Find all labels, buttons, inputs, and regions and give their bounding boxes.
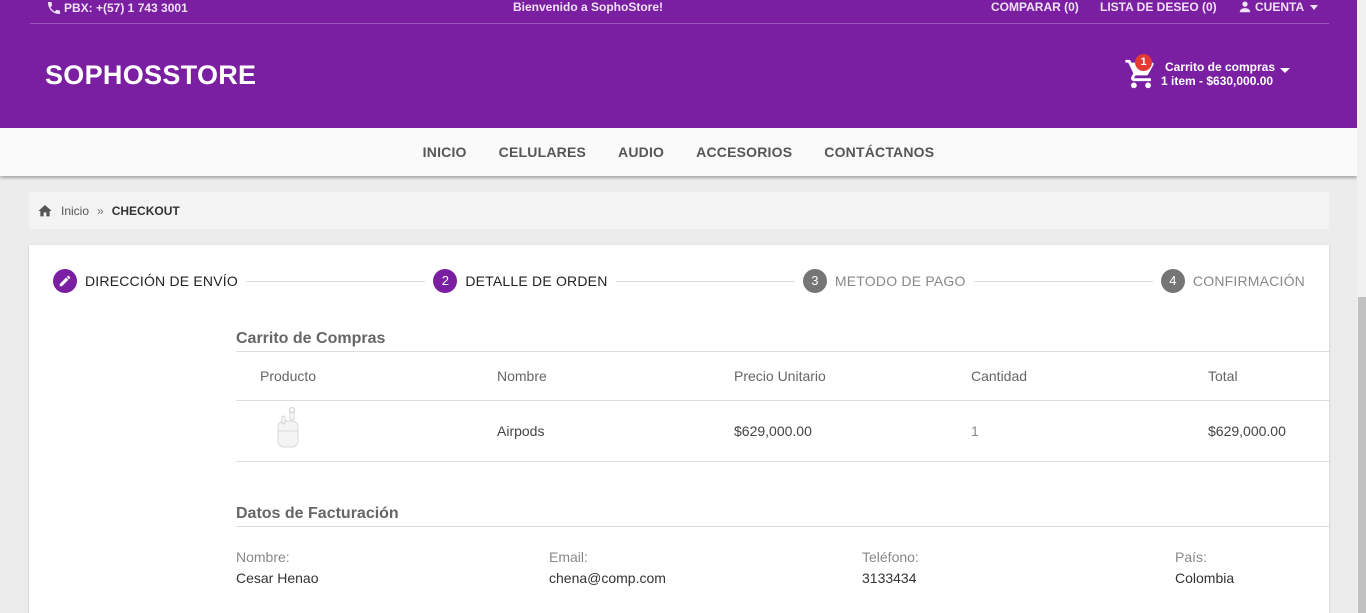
phone-contact: PBX: +(57) 1 743 3001: [46, 0, 188, 16]
cart-summary: Carrito de compras 1 item - $630,000.00: [1161, 60, 1275, 88]
billing-phone-label: Teléfono:: [862, 549, 919, 565]
step-4-label: CONFIRMACIÓN: [1192, 273, 1305, 289]
cart-total-summary: 1 item - $630,000.00: [1161, 74, 1274, 88]
billing-country-label: País:: [1175, 549, 1207, 565]
step-1-circle: [53, 269, 77, 293]
cart-icon-wrapper: 1: [1124, 54, 1158, 92]
step-order-detail[interactable]: 2 DETALLE DE ORDEN: [433, 269, 607, 293]
account-label: CUENTA: [1255, 0, 1305, 14]
nav-item-celulares[interactable]: CELULARES: [499, 144, 586, 160]
step-connector: [245, 280, 426, 282]
chevron-down-icon: [1310, 4, 1319, 10]
cart-title: Carrito de compras: [1165, 60, 1276, 74]
step-confirmation[interactable]: 4 CONFIRMACIÓN: [1160, 269, 1305, 293]
billing-phone-value: 3133434: [862, 570, 917, 586]
phone-icon: [48, 2, 60, 14]
billing-name-value: Cesar Henao: [236, 570, 319, 586]
billing-country-value: Colombia: [1175, 570, 1235, 586]
compare-link[interactable]: COMPARAR (0): [991, 0, 1079, 14]
nav-item-inicio[interactable]: INICIO: [423, 144, 467, 160]
cart-section-title: Carrito de Compras: [236, 330, 386, 347]
billing-email-value: chena@comp.com: [549, 570, 666, 586]
edit-pencil-icon: [59, 275, 71, 287]
nav-item-accesorios[interactable]: ACCESORIOS: [696, 144, 792, 160]
checkout-stepper: DIRECCIÓN DE ENVÍO 2 DETALLE DE ORDEN 3 …: [53, 269, 1305, 293]
step-connector: [615, 280, 795, 282]
billing-section-title: Datos de Facturación: [236, 505, 399, 522]
step-2-circle: 2: [433, 269, 458, 293]
divider: [236, 461, 1329, 462]
mini-cart[interactable]: 1 Carrito de compras 1 item - $630,000.0…: [1124, 54, 1291, 92]
step-3-label: METODO DE PAGO: [834, 273, 966, 289]
wishlist-link[interactable]: LISTA DE DESEO (0): [1100, 0, 1217, 14]
billing-name-label: Nombre:: [236, 549, 290, 565]
breadcrumb: Inicio » CHECKOUT: [29, 192, 1329, 229]
site-header: PBX: +(57) 1 743 3001 Bienvenido a Sopho…: [0, 0, 1357, 128]
breadcrumb-separator: »: [97, 203, 104, 218]
phone-number: PBX: +(57) 1 743 3001: [64, 1, 188, 15]
divider: [236, 526, 1329, 527]
step-2-label: DETALLE DE ORDEN: [465, 273, 608, 289]
checkout-card: DIRECCIÓN DE ENVÍO 2 DETALLE DE ORDEN 3 …: [29, 245, 1329, 613]
breadcrumb-current: CHECKOUT: [111, 203, 180, 218]
step-3-circle: 3: [802, 269, 827, 293]
welcome-message: Bienvenido a SophoStore!: [513, 0, 664, 14]
product-quantity: 1: [971, 423, 979, 439]
divider: [236, 351, 1329, 352]
top-info-bar: PBX: +(57) 1 743 3001 Bienvenido a Sopho…: [30, 0, 1329, 24]
main-nav: INICIO CELULARES AUDIO ACCESORIOS CONTÁC…: [0, 128, 1357, 176]
user-icon: [1239, 1, 1251, 13]
column-header-quantity: Cantidad: [971, 368, 1028, 384]
product-total: $629,000.00: [1208, 423, 1286, 439]
step-shipping-address[interactable]: DIRECCIÓN DE ENVÍO: [53, 269, 238, 293]
billing-email-label: Email:: [549, 549, 588, 565]
account-menu[interactable]: CUENTA: [1238, 0, 1319, 14]
column-header-unit-price: Precio Unitario: [734, 368, 826, 384]
nav-item-audio[interactable]: AUDIO: [618, 144, 664, 160]
step-4-circle: 4: [1160, 269, 1185, 293]
column-header-product: Producto: [260, 368, 317, 384]
product-name: Airpods: [497, 423, 545, 439]
breadcrumb-home[interactable]: Inicio: [61, 204, 89, 218]
step-1-label: DIRECCIÓN DE ENVÍO: [85, 273, 238, 289]
step-payment-method[interactable]: 3 METODO DE PAGO: [802, 269, 966, 293]
divider: [236, 400, 1329, 401]
nav-item-contactanos[interactable]: CONTÁCTANOS: [824, 144, 934, 160]
page-scrollbar-thumb[interactable]: [1358, 297, 1366, 613]
cart-count-badge: 1: [1135, 54, 1152, 71]
column-header-name: Nombre: [497, 368, 547, 384]
product-unit-price: $629,000.00: [734, 423, 812, 439]
column-header-total: Total: [1208, 368, 1238, 384]
cart-dropdown-icon[interactable]: [1280, 67, 1291, 73]
home-icon[interactable]: [37, 203, 53, 219]
product-image-airpods[interactable]: [275, 407, 301, 449]
step-connector: [973, 280, 1153, 282]
site-logo[interactable]: SOPHOSSTORE: [45, 60, 256, 91]
